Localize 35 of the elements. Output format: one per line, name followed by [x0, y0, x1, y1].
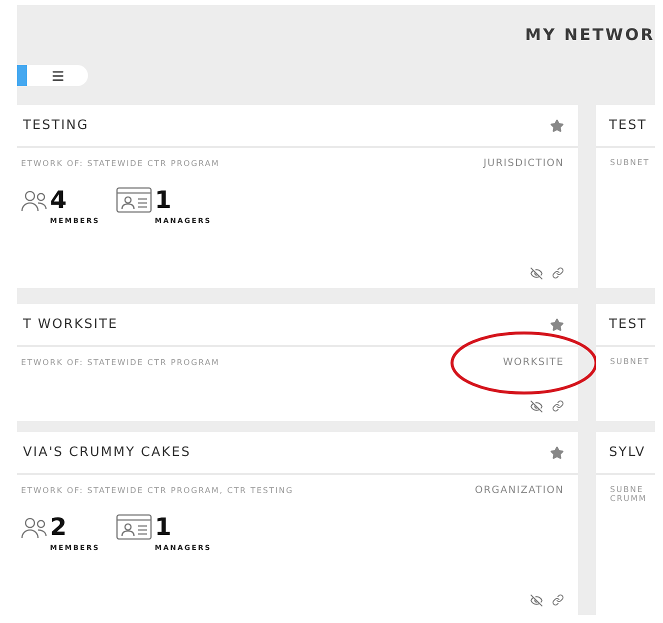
network-type: WORKSITE	[503, 357, 564, 368]
card-title: SYLV	[609, 445, 646, 460]
link-icon[interactable]	[552, 400, 564, 412]
eye-off-icon[interactable]	[530, 267, 543, 280]
card-title: VIA'S CRUMMY CAKES	[23, 445, 191, 460]
link-icon[interactable]	[552, 594, 564, 606]
parent-networks: SUBNE	[610, 485, 644, 494]
link-icon[interactable]	[552, 267, 564, 279]
parent-networks: SUBNET	[610, 158, 651, 167]
star-icon[interactable]	[550, 118, 564, 132]
page-title: MY NETWOR	[525, 25, 655, 46]
id-card-icon	[116, 514, 152, 540]
stat-count: 4	[50, 187, 68, 213]
card-title: TEST	[609, 118, 647, 133]
parent-networks: ETWORK OF: STATEWIDE CTR PROGRAM	[21, 159, 220, 168]
card-title: TEST	[609, 317, 647, 332]
parent-networks: ETWORK OF: STATEWIDE CTR PROGRAM	[21, 358, 220, 367]
stat-count: 1	[154, 514, 172, 540]
network-type: JURISDICTION	[483, 158, 564, 169]
people-icon	[21, 189, 47, 213]
star-icon[interactable]	[550, 318, 564, 332]
card-title: T WORKSITE	[23, 317, 118, 332]
id-card-icon	[116, 187, 152, 213]
menu-icon	[50, 68, 64, 82]
people-icon	[21, 516, 47, 540]
eye-off-icon[interactable]	[530, 594, 543, 607]
parent-networks: SUBNET	[610, 357, 651, 366]
stat-count: 1	[154, 187, 172, 213]
star-icon[interactable]	[550, 446, 564, 460]
parent-networks: CRUMM	[610, 494, 648, 503]
card-title: TESTING	[23, 118, 89, 133]
stat-count: 2	[50, 514, 68, 540]
parent-networks: ETWORK OF: STATEWIDE CTR PROGRAM, CTR TESTING	[21, 486, 294, 495]
eye-off-icon[interactable]	[530, 400, 543, 413]
network-type: ORGANIZATION	[474, 485, 564, 496]
